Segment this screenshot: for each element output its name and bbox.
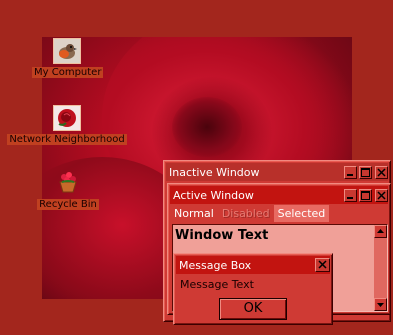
maximize-icon — [361, 190, 370, 200]
minimize-button[interactable] — [344, 165, 357, 179]
close-button[interactable] — [375, 188, 388, 202]
bird-icon — [53, 38, 81, 64]
menu-bar: Normal Disabled Selected — [170, 205, 388, 222]
close-button[interactable] — [375, 165, 388, 179]
vertical-scrollbar[interactable] — [374, 225, 387, 311]
close-icon — [377, 167, 386, 177]
message-text: Message Text — [180, 278, 254, 291]
desktop-icon-label: Recycle Bin — [37, 199, 99, 210]
maximize-button[interactable] — [359, 188, 372, 202]
arrow-up-icon — [377, 229, 384, 233]
close-button[interactable] — [315, 258, 330, 272]
message-box-titlebar[interactable]: Message Box — [176, 256, 330, 274]
ok-button[interactable]: OK — [219, 298, 287, 320]
minimize-icon — [347, 173, 353, 176]
menu-item-normal[interactable]: Normal — [170, 205, 218, 222]
inactive-window-titlebar[interactable]: Inactive Window — [166, 163, 388, 181]
maximize-icon — [361, 167, 370, 177]
minimize-button[interactable] — [344, 188, 357, 202]
rose-icon — [53, 105, 81, 131]
arrow-down-icon — [377, 303, 384, 307]
message-box[interactable]: Message Box Message Text OK — [173, 253, 333, 325]
active-window-title: Active Window — [173, 188, 254, 202]
maximize-button[interactable] — [359, 165, 372, 179]
scroll-down-button[interactable] — [374, 298, 387, 311]
minimize-icon — [347, 196, 353, 199]
message-box-title: Message Box — [179, 258, 252, 272]
window-text: Window Text — [175, 228, 269, 243]
inactive-window-title: Inactive Window — [169, 165, 260, 179]
menu-item-disabled: Disabled — [221, 207, 270, 220]
scroll-up-button[interactable] — [374, 225, 387, 238]
active-window-titlebar[interactable]: Active Window — [170, 186, 388, 204]
close-icon — [377, 190, 386, 200]
flower-pot-icon — [54, 170, 82, 196]
menu-item-selected[interactable]: Selected — [273, 205, 330, 222]
desktop-icon-label: My Computer — [32, 67, 104, 78]
desktop-icon-recycle-bin[interactable]: Recycle Bin — [35, 170, 101, 210]
desktop-icon-label: Network Neighborhood — [7, 134, 127, 145]
desktop-icon-my-computer[interactable]: My Computer — [32, 38, 104, 78]
close-icon — [318, 260, 327, 269]
desktop-icon-network-neighborhood[interactable]: Network Neighborhood — [6, 105, 128, 145]
